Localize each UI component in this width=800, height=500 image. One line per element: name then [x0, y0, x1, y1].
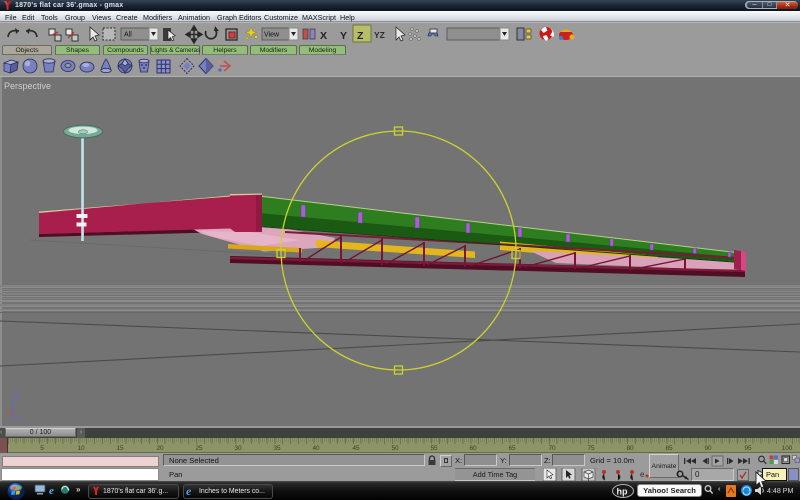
svg-text:»: »	[76, 485, 81, 494]
svg-text:All: All	[124, 32, 132, 39]
svg-text:e: e	[49, 485, 54, 497]
svg-text:Y: Y	[340, 30, 347, 42]
svg-text:e: e	[640, 470, 645, 479]
svg-text:e: e	[186, 484, 192, 497]
svg-text:View: View	[264, 32, 280, 39]
svg-text:hp: hp	[617, 487, 628, 497]
svg-text:Perspective: Perspective	[4, 81, 51, 91]
svg-text:YZ: YZ	[374, 30, 385, 40]
svg-text:X: X	[320, 30, 327, 42]
svg-text:Z: Z	[357, 30, 364, 42]
